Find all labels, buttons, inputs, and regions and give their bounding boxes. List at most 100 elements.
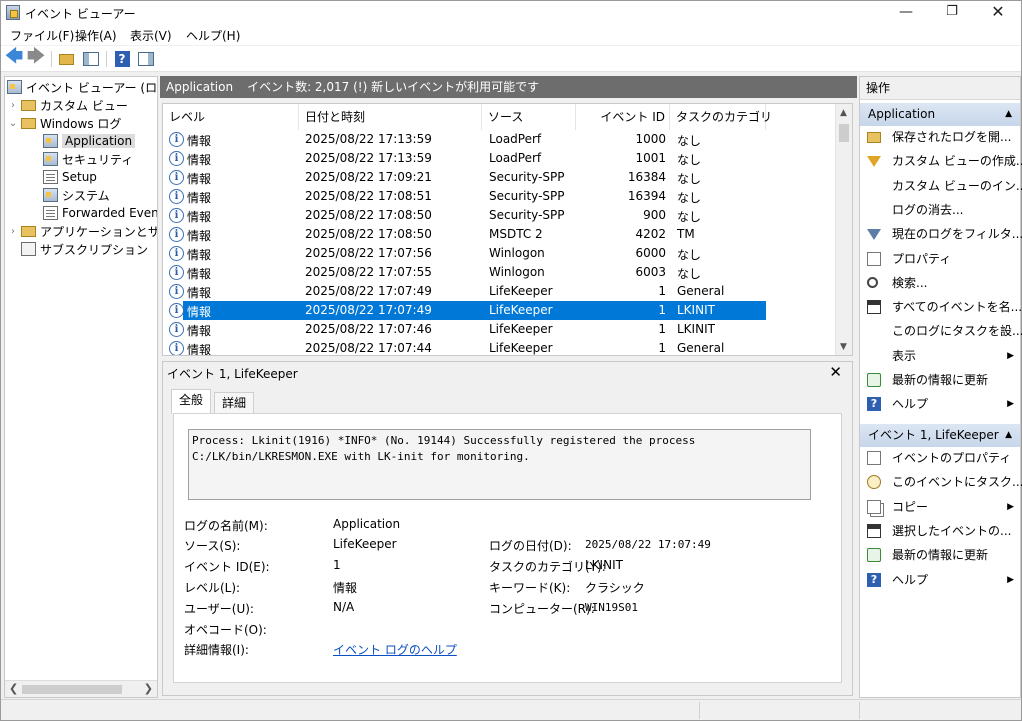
event-row[interactable]: i 情報 2025/08/22 17:07:49 LifeKeeper 1 LKINIT — [163, 301, 837, 320]
scroll-down-icon[interactable]: ▼ — [840, 342, 847, 352]
collapse-caret-icon[interactable]: ▲ — [1005, 424, 1012, 447]
show-hide-console-tree-icon[interactable] — [82, 50, 100, 68]
event-list: レベル 日付と時刻 ソース イベント ID タスクのカテゴリ i 情報 2025/0… — [162, 103, 853, 356]
column-header-event-id[interactable]: イベント ID — [576, 104, 670, 130]
event-row[interactable]: i 情報 2025/08/22 17:08:51 Security-SPP 16394 な… — [163, 187, 837, 206]
event-row[interactable]: i 情報 2025/08/22 17:13:59 LoadPerf 1001 なし — [163, 149, 837, 168]
information-icon: i — [169, 227, 184, 242]
menu-file[interactable]: ファイル(F) — [7, 27, 77, 44]
cell-source: LifeKeeper — [489, 284, 553, 298]
cell-event-id: 16394 — [627, 189, 666, 203]
tree-log-setup[interactable]: Setup — [43, 168, 97, 186]
action-item[interactable]: 保存されたログを開... — [860, 126, 1020, 149]
action-item[interactable]: コピー ▶ — [860, 496, 1020, 519]
action-item[interactable]: 最新の情報に更新 — [860, 369, 1020, 392]
maximize-button[interactable]: ❐ — [929, 1, 975, 25]
action-item[interactable]: イベントのプロパティ — [860, 447, 1020, 470]
event-row[interactable]: i 情報 2025/08/22 17:08:50 MSDTC 2 4202 TM — [163, 225, 837, 244]
open-folder-icon[interactable] — [57, 50, 75, 68]
action-item[interactable]: ログの消去... — [860, 199, 1020, 222]
event-message-box[interactable]: Process: Lkinit(1916) *INFO* (No. 19144)… — [188, 429, 811, 500]
event-row[interactable]: i 情報 2025/08/22 17:07:49 LifeKeeper 1 General — [163, 282, 837, 301]
column-header-level[interactable]: レベル — [163, 104, 299, 130]
console-tree: イベント ビューアー (ローカル) › カスタム ビュー ⌄ Windows ロ… — [4, 76, 158, 698]
action-item[interactable]: カスタム ビューの作成... — [860, 150, 1022, 173]
event-list-vertical-scrollbar[interactable]: ▲ ▼ — [835, 104, 852, 355]
event-row[interactable]: i 情報 2025/08/22 17:07:46 LifeKeeper 1 LKINIT — [163, 320, 837, 339]
collapse-chevron-icon[interactable]: ⌄ — [7, 118, 19, 129]
cell-event-id: 1 — [658, 303, 666, 317]
action-item[interactable]: 最新の情報に更新 — [860, 544, 1020, 567]
tree-log-system[interactable]: システム — [43, 186, 110, 204]
action-item[interactable]: このログにタスクを設... — [860, 320, 1022, 343]
event-row[interactable]: i 情報 2025/08/22 17:07:56 Winlogon 6000 なし — [163, 244, 837, 263]
action-item[interactable]: 検索... — [860, 272, 1020, 295]
tree-log-application[interactable]: Application — [43, 132, 136, 150]
action-item[interactable]: ? ヘルプ ▶ — [860, 569, 1020, 592]
event-row[interactable]: i 情報 2025/08/22 17:07:44 LifeKeeper 1 General — [163, 339, 837, 355]
column-header-task-category[interactable]: タスクのカテゴリ — [670, 104, 772, 130]
application-log-icon — [43, 134, 58, 148]
expand-chevron-icon[interactable]: › — [7, 226, 19, 237]
forward-arrow-icon[interactable]: 🡆 — [27, 46, 46, 68]
tree-apps-and-services[interactable]: › アプリケーションとサービス — [7, 222, 157, 240]
tree-horizontal-scrollbar[interactable]: ❮ ❯ — [5, 680, 157, 697]
action-item[interactable]: 現在のログをフィルタ... — [860, 223, 1022, 246]
actions-section-title: Application — [868, 107, 936, 121]
collapse-caret-icon[interactable]: ▲ — [1005, 103, 1012, 126]
label-opcode: オペコード(O): — [184, 623, 267, 637]
toolbar: 🡄 🡆 ? — [1, 46, 1021, 72]
scroll-left-icon[interactable]: ❮ — [9, 682, 18, 695]
expand-chevron-icon[interactable]: › — [7, 100, 19, 111]
action-item[interactable]: カスタム ビューのイン... — [860, 175, 1022, 198]
back-arrow-icon[interactable]: 🡄 — [5, 46, 24, 68]
actions-section-event[interactable]: イベント 1, LifeKeeper ▲ — [860, 424, 1020, 447]
menu-view[interactable]: 表示(V) — [127, 27, 175, 44]
event-row[interactable]: i 情報 2025/08/22 17:07:55 Winlogon 6003 なし — [163, 263, 837, 282]
event-row[interactable]: i 情報 2025/08/22 17:08:50 Security-SPP 900 なし — [163, 206, 837, 225]
action-item[interactable]: プロパティ — [860, 248, 1020, 271]
value-computer: WIN19S01 — [585, 601, 638, 614]
cell-task-category: なし — [677, 191, 702, 205]
tree-windows-logs[interactable]: ⌄ Windows ログ — [7, 114, 122, 132]
action-label: このイベントにタスク... — [892, 475, 1022, 490]
column-header-datetime[interactable]: 日付と時刻 — [299, 104, 482, 130]
action-item[interactable]: 表示 ▶ — [860, 345, 1020, 368]
action-item[interactable]: このイベントにタスク... — [860, 471, 1022, 494]
information-icon: i — [169, 246, 184, 261]
scrollbar-thumb[interactable] — [22, 685, 122, 694]
information-icon: i — [169, 265, 184, 280]
action-item[interactable]: ? ヘルプ ▶ — [860, 393, 1020, 416]
show-hide-action-pane-icon[interactable] — [137, 50, 155, 68]
minimize-button[interactable]: — — [883, 1, 929, 25]
scrollbar-thumb[interactable] — [839, 124, 849, 142]
save-icon — [867, 300, 881, 315]
detail-close-icon[interactable]: ✕ — [829, 363, 842, 381]
event-row[interactable]: i 情報 2025/08/22 17:13:59 LoadPerf 1000 なし — [163, 130, 837, 149]
properties-icon — [867, 251, 881, 266]
tree-custom-views[interactable]: › カスタム ビュー — [7, 96, 128, 114]
tab-general[interactable]: 全般 — [171, 389, 212, 414]
information-icon: i — [169, 341, 184, 355]
refresh-icon — [867, 548, 881, 563]
tab-details[interactable]: 詳細 — [214, 392, 255, 414]
menu-action[interactable]: 操作(A) — [72, 27, 120, 44]
event-log-help-link[interactable]: イベント ログのヘルプ — [333, 641, 457, 658]
log-header-name: Application — [166, 80, 234, 94]
tree-log-forwarded-events[interactable]: Forwarded Events — [43, 204, 157, 222]
tree-log-security[interactable]: セキュリティ — [43, 150, 133, 168]
help-icon[interactable]: ? — [113, 50, 131, 68]
event-row[interactable]: i 情報 2025/08/22 17:09:21 Security-SPP 16384 な… — [163, 168, 837, 187]
actions-section-application[interactable]: Application ▲ — [860, 103, 1020, 126]
tree-subscriptions[interactable]: サブスクリプション — [21, 240, 148, 258]
scroll-up-icon[interactable]: ▲ — [840, 108, 847, 118]
action-item[interactable]: すべてのイベントを名... — [860, 296, 1022, 319]
menu-help[interactable]: ヘルプ(H) — [183, 27, 243, 44]
column-header-source[interactable]: ソース — [482, 104, 576, 130]
tree-root-event-viewer[interactable]: イベント ビューアー (ローカル) — [7, 78, 157, 96]
scroll-right-icon[interactable]: ❯ — [144, 682, 153, 695]
close-button[interactable]: ✕ — [975, 1, 1021, 25]
cell-event-id: 1001 — [635, 151, 666, 165]
cell-level: 情報 — [187, 210, 212, 224]
action-item[interactable]: 選択したイベントの... — [860, 520, 1020, 543]
